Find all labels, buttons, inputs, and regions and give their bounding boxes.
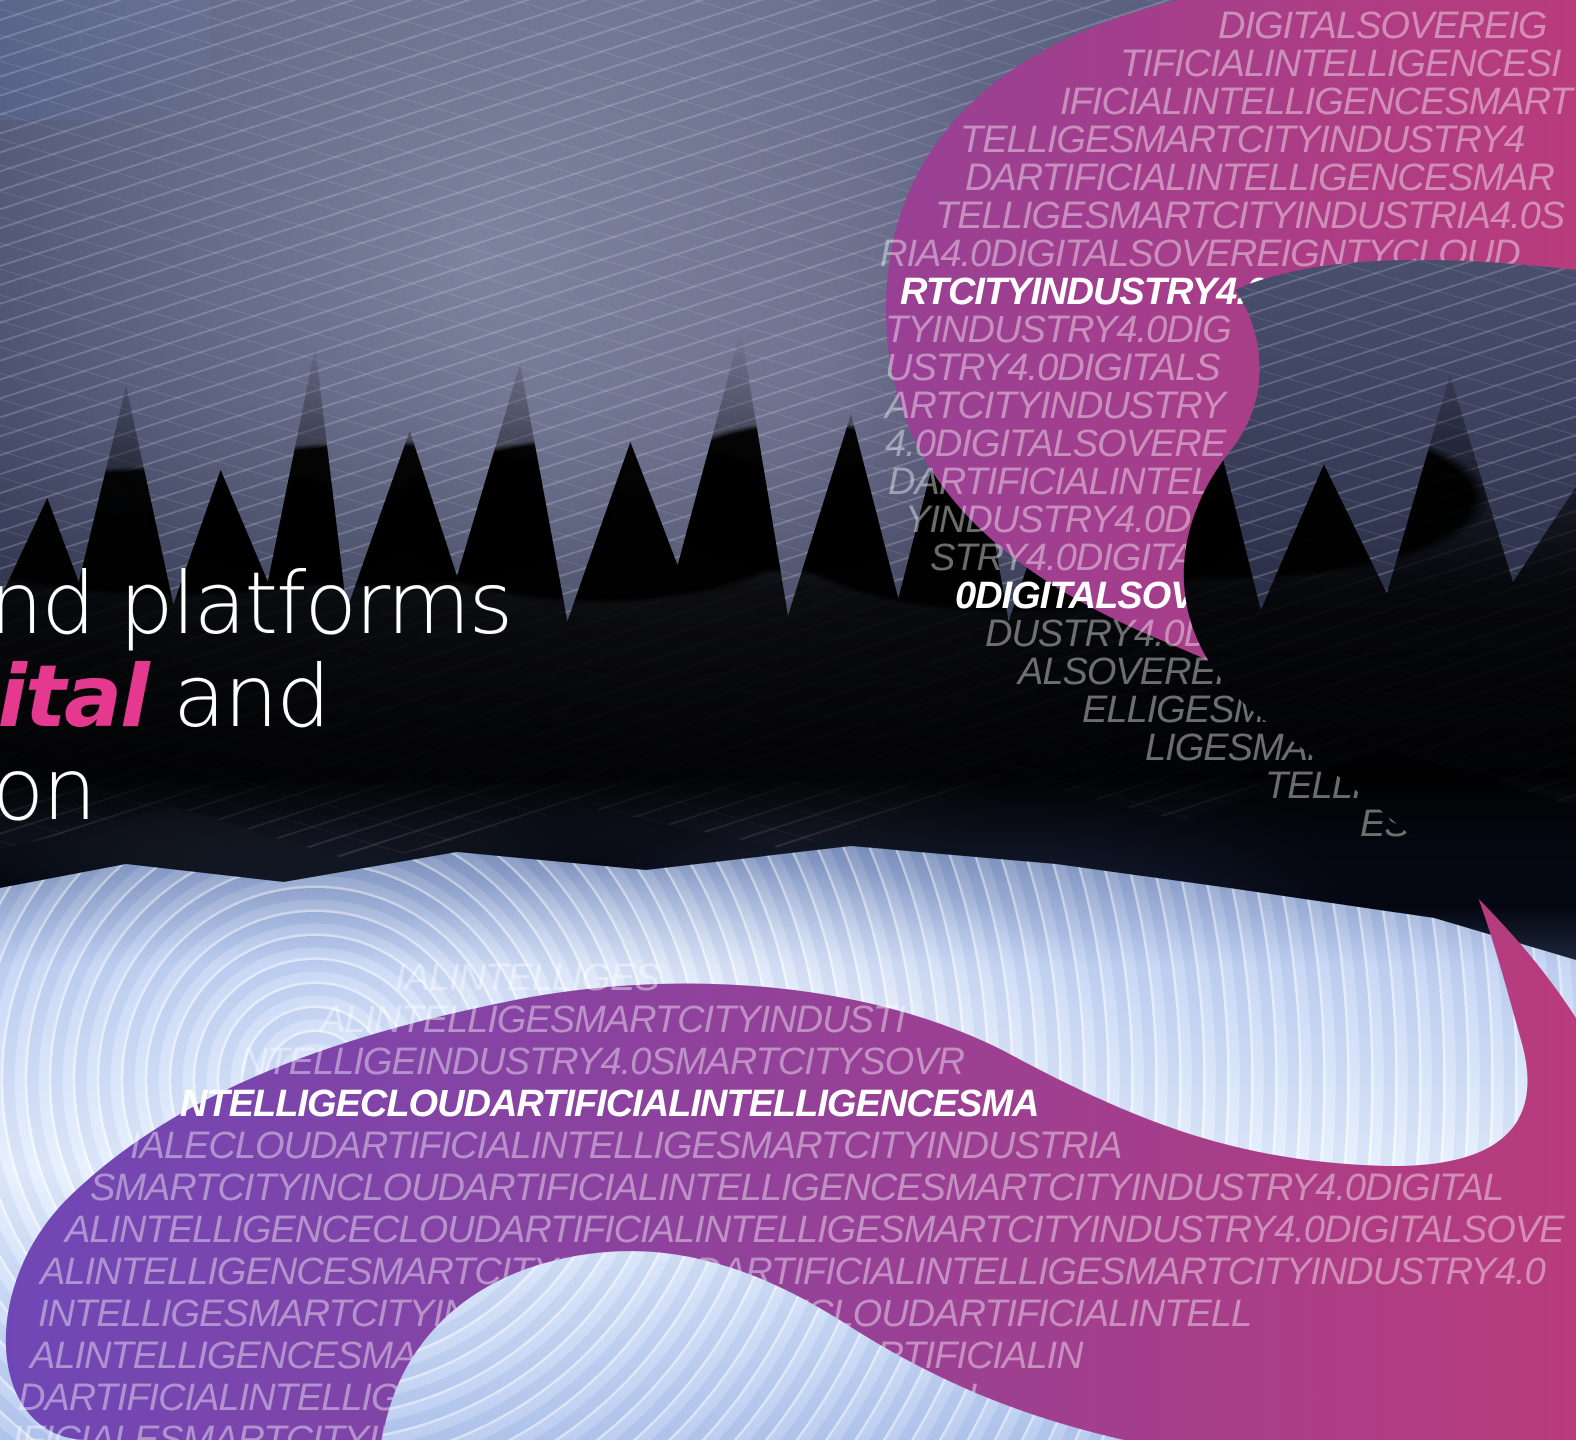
top-s-text-row: DARTIFICIALINTELLIGENCESMAR — [965, 157, 1554, 199]
top-s-text-row: TELLIGENCESMAR — [1265, 765, 1576, 807]
bottom-s-text-row: IALECLOUDARTIFICIALINTELLIGESMARTCITYIND… — [130, 1125, 1121, 1167]
headline-line-3: tion — [0, 739, 97, 840]
top-s-text-row: 4.0DIGITALSOVERE — [885, 423, 1227, 465]
top-s-text-row: IFICIALINTELLIGENCESMART — [1060, 81, 1575, 123]
top-s-text-row: ALSOVEREIGNTYCLOUDARTIF — [1016, 651, 1561, 693]
bottom-s-text-row: ALINTELLIGENCESMARTCITYINCLOUDARTIFICIAL… — [38, 1251, 1546, 1293]
bottom-s-text-row: ALINTELLIGESMARTCITYINDUSTI — [318, 999, 906, 1041]
top-s-text-row: TYINDUSTRY4.0DIG — [885, 309, 1231, 351]
headline-line-2: gital and — [0, 650, 658, 744]
bottom-s-text-row: NTELLIGEINDUSTRY4.0SMARTCITYSOVR — [240, 1041, 964, 1083]
top-s-text-row: ARTCITYINDUSTRY — [883, 385, 1228, 427]
bottom-s-text-row: IALINTELLIGES — [395, 957, 659, 999]
hero-visual: DIGITALSOVEREIG TIFICIALINTELLIGENCESI IFI… — [0, 0, 1576, 1440]
headline-line-2-rest: and — [147, 646, 331, 747]
top-s-text-row: RTCITYINDUSTRY4.0 — [900, 271, 1267, 313]
bottom-s-text-row: DARTIFICIALINTELLIGITALSOVEREIGNTYCLOUDI… — [18, 1377, 987, 1419]
top-s-text-row: STRY4.0DIGITALSOVEREIGN — [930, 537, 1432, 579]
top-s-text-row: USTRY4. — [1455, 841, 1576, 883]
top-s-text-row: 0DIGITALSOVEREIGNTYSMARTC — [955, 575, 1538, 617]
headline-line-1: and platforms — [0, 553, 513, 654]
headline-accent-word: gital — [0, 646, 150, 747]
top-s-text-row: DARTIFICIALINTELLIGE — [888, 461, 1296, 503]
bottom-s-text-row: SMARTCITYINCLOUDARTIFICIALINTELLIGENCESM… — [90, 1167, 1503, 1209]
top-s-text-row: ELLIGESMARTCITYINDUSTR — [1082, 689, 1576, 731]
top-s-text-row: TELLIGESMARTCITYINDUSTRIA4.0S — [935, 195, 1565, 237]
bottom-s-text-row: INTELLIGESMARTCITYINITALSOVEREIGNTYCLOUD… — [38, 1293, 1251, 1335]
hero-headline: and platforms gital and tion — [0, 553, 658, 840]
bottom-s-text-row: ALINTELLIGENCESMAALSOVEREIGNTYCLOUDARTIF… — [28, 1335, 1084, 1377]
top-s-text-row: ESMARTCITY — [1360, 803, 1576, 845]
top-s-text-row: LIGESMARTCITYINDUS — [1145, 727, 1551, 769]
bottom-s-text-row: NTELLIGECLOUDARTIFICIALINTELLIGENCESMA — [180, 1083, 1039, 1125]
top-s-text-row: USTRY4.0DIGITALS — [885, 347, 1220, 389]
top-s-text-row: SMAR — [1525, 879, 1576, 921]
top-s-text-row: YINDUSTRY4.0DIGITALSO — [905, 499, 1355, 541]
top-s-text-row: RIA4.0DIGITALSOVEREIGNTYCLOUD — [880, 233, 1520, 275]
bottom-s-text-row: IFICIALESMARTCITYIDARTIFICIALINTELLIGE — [12, 1419, 785, 1440]
top-s-text-row: DUSTRY4.0DIGITALSOVEREIGN — [985, 613, 1540, 655]
top-s-text-row: DIGITALSOVEREIG — [1218, 5, 1546, 47]
bottom-s-text-row: ALINTELLIGENCECLOUDARTIFICIALINTELLIGESM… — [63, 1209, 1565, 1251]
top-s-text-row: TELLIGESMARTCITYINDUSTRY4 — [960, 119, 1524, 161]
top-s-text-row: TIFICIALINTELLIGENCESI — [1120, 43, 1562, 85]
